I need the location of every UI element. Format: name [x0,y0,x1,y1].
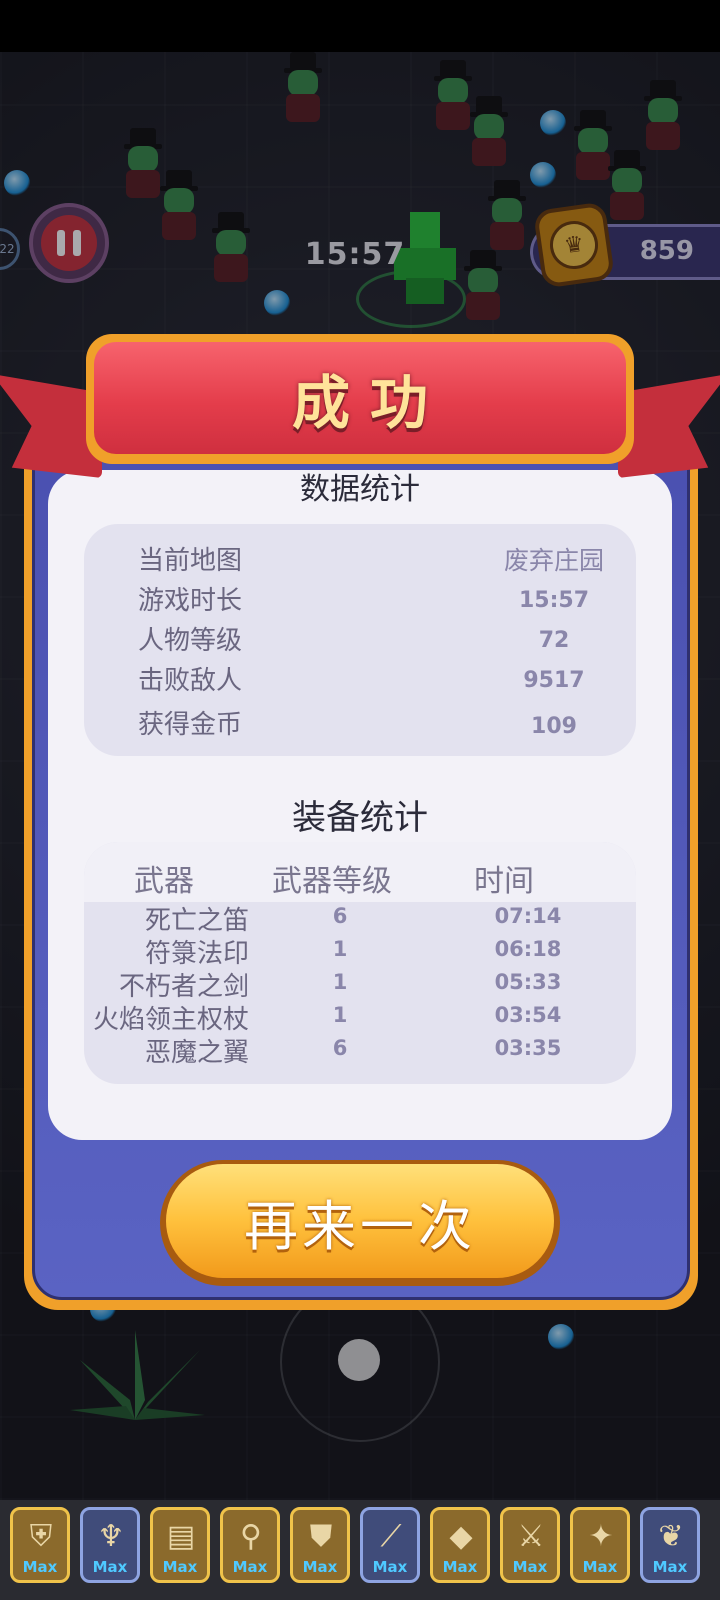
stat-value: 109 [531,714,577,739]
stat-value: 72 [538,628,570,653]
stat-label: 获得金币 [138,710,243,740]
weapon-name: 火焰领主权杖 [92,1005,249,1035]
retry-button[interactable]: 再来一次 [166,1164,554,1278]
skill-slot: ⚲ Max [220,1507,280,1583]
weapon-time: 03:54 [494,1003,562,1027]
weapon-time: 07:14 [494,904,562,928]
skill-slot: ⚔ Max [500,1507,560,1583]
talisman-icon: ◆ [449,1518,473,1554]
magnifier-icon: ⚲ [240,1518,262,1554]
skill-max-label: Max [372,1558,408,1576]
weapon-name: 符箓法印 [144,939,249,969]
weapon-level: 6 [332,904,348,928]
equipment-row: 死亡之笛 6 07:14 [84,904,636,936]
weapon-time: 03:35 [494,1036,562,1060]
header-weapon-level: 武器等级 [272,864,392,899]
stat-value: 9517 [523,668,585,693]
stat-label: 人物等级 [138,626,243,656]
skill-max-label: Max [442,1558,478,1576]
skill-max-label: Max [162,1558,198,1576]
skill-max-label: Max [582,1558,618,1576]
skill-slot: ◆ Max [430,1507,490,1583]
weapon-name: 不朽者之剑 [118,972,249,1002]
stat-row: 人物等级 72 [84,620,636,660]
retry-button-label: 再来一次 [244,1194,476,1258]
skill-slot: ⛨ Max [10,1507,70,1583]
equipment-row: 符箓法印 1 06:18 [84,937,636,969]
skill-max-label: Max [22,1558,58,1576]
skill-slot: ✦ Max [570,1507,630,1583]
stat-label: 游戏时长 [138,586,243,616]
skill-max-label: Max [302,1558,338,1576]
stat-row: 当前地图 废弃庄园 [84,540,636,580]
stat-row: 击败敌人 9517 [84,660,636,700]
weapon-name: 死亡之笛 [144,906,249,936]
weapon-level: 1 [332,1003,348,1027]
header-weapon: 武器 [134,864,194,899]
bat-wing-icon: ♆ [97,1518,125,1554]
stat-value: 废弃庄园 [503,546,604,575]
scroll-icon: ▤ [166,1518,196,1554]
stat-row: 获得金币 109 [84,704,636,744]
stat-label: 击败敌人 [138,666,243,696]
weapon-time: 05:33 [494,970,562,994]
fire-scepter-icon: ✦ [588,1518,614,1554]
status-bar [0,0,720,52]
equipment-row: 不朽者之剑 1 05:33 [84,970,636,1002]
skill-max-label: Max [92,1558,128,1576]
stat-row: 游戏时长 15:57 [84,580,636,620]
weapon-name: 恶魔之翼 [144,1038,249,1068]
weapon-time: 06:18 [494,937,562,961]
skill-slot: ❦ Max [640,1507,700,1583]
equipment-row: 恶魔之翼 6 03:35 [84,1036,636,1068]
equipment-heading: 装备统计 [292,798,428,838]
weapon-level: 1 [332,937,348,961]
stats-heading: 数据统计 [300,472,420,507]
sword-icon: ⚔ [517,1518,545,1554]
skill-max-label: Max [512,1558,548,1576]
stat-label: 当前地图 [138,546,243,576]
skill-slot: ⛊ Max [290,1507,350,1583]
shield-icon: ⛨ [29,1518,53,1554]
skill-max-label: Max [652,1558,688,1576]
title-ribbon: 成功 [94,342,626,454]
result-title: 成功 [291,369,448,437]
demon-wings-icon: ❦ [658,1518,684,1554]
equipment-row: 火焰领主权杖 1 03:54 [84,1003,636,1035]
armor-icon: ⛊ [309,1518,333,1554]
skill-slot: ⟋ Max [360,1507,420,1583]
weapon-level: 6 [332,1036,348,1060]
header-time: 时间 [474,864,534,899]
flute-icon: ⟋ [380,1518,402,1554]
skill-max-label: Max [232,1558,268,1576]
equipment-table-header: 武器 武器等级 时间 [84,842,636,902]
stat-value: 15:57 [518,588,590,613]
skill-slot: ♆ Max [80,1507,140,1583]
weapon-level: 1 [332,970,348,994]
skill-slot: ▤ Max [150,1507,210,1583]
